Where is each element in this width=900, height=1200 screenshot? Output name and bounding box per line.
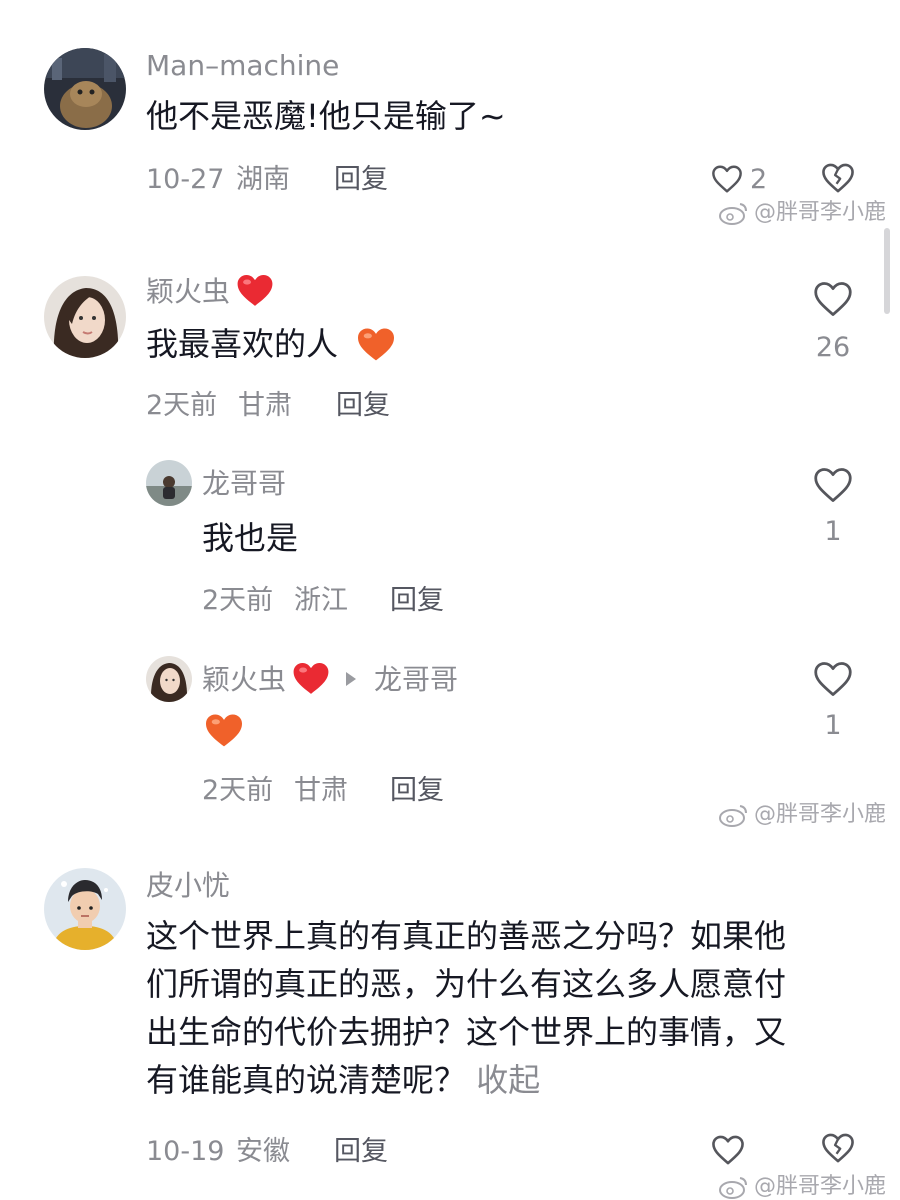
avatar[interactable] (146, 656, 192, 702)
broken-heart-icon[interactable] (820, 162, 856, 194)
username[interactable]: Man–machine (146, 52, 339, 80)
like-count: 1 (824, 516, 842, 547)
triangle-right-icon (346, 672, 356, 686)
reply-button[interactable]: 回复 (390, 587, 444, 614)
avatar[interactable] (146, 460, 192, 506)
avatar[interactable] (44, 48, 126, 130)
watermark-text: @胖哥李小鹿 (754, 200, 887, 225)
scrollbar[interactable] (884, 228, 890, 314)
watermark: @胖哥李小鹿 (718, 796, 886, 828)
comment-location: 甘肃 (294, 775, 348, 806)
heart-outline-icon[interactable] (710, 164, 744, 194)
comment-text: 我也是 (202, 519, 299, 557)
reply-button[interactable]: 回复 (390, 777, 444, 804)
weibo-icon (719, 203, 747, 225)
comment-text-line: 出生命的代价去拥护？这个世界上的事情，又 (146, 1013, 787, 1051)
comment-text: 我最喜欢的人 (146, 325, 339, 363)
comment-date: 2天前 (146, 390, 218, 421)
avatar[interactable] (44, 276, 126, 358)
heart-outline-icon[interactable] (812, 280, 854, 318)
watermark: @胖哥李小鹿 (718, 194, 886, 226)
comment-text-line: 这个世界上真的有真正的善恶之分吗？如果他 (146, 917, 787, 955)
watermark: @胖哥李小鹿 (718, 1168, 886, 1200)
reply-button[interactable]: 回复 (336, 392, 390, 419)
red-heart-emoji-icon (237, 274, 273, 306)
like-count: 26 (815, 332, 851, 363)
reply-button[interactable]: 回复 (334, 1138, 388, 1165)
username[interactable]: 皮小忧 (146, 872, 230, 900)
like-count: 2 (750, 164, 768, 195)
heart-outline-icon[interactable] (812, 466, 854, 504)
comment-date: 10-19 (146, 1136, 225, 1167)
comment-text: 他不是恶魔!他只是输了~ (146, 97, 506, 135)
reply-to-username[interactable]: 龙哥哥 (374, 666, 458, 694)
weibo-icon (719, 1177, 747, 1199)
like-count: 1 (824, 710, 842, 741)
watermark-text: @胖哥李小鹿 (754, 1174, 887, 1199)
comment-location: 安徽 (236, 1136, 290, 1167)
weibo-icon (719, 805, 747, 827)
watermark-text: @胖哥李小鹿 (754, 802, 887, 827)
username[interactable]: 龙哥哥 (202, 470, 286, 498)
comment-date: 10-27 (146, 164, 225, 195)
avatar[interactable] (44, 868, 126, 950)
comment-text: 这个世界上真的有真正的善恶之分吗？如果他 们所谓的真正的恶，为什么有这么多人愿意… (146, 912, 846, 1104)
comment-date: 2天前 (202, 585, 274, 616)
reply-button[interactable]: 回复 (334, 166, 388, 193)
comment-location: 湖南 (236, 164, 290, 195)
comment-location: 浙江 (294, 585, 348, 616)
comment-date: 2天前 (202, 775, 274, 806)
comment-location: 甘肃 (238, 390, 292, 421)
heart-outline-icon[interactable] (710, 1134, 746, 1166)
red-heart-emoji-icon (293, 662, 329, 694)
username[interactable]: 颖火虫 (146, 278, 230, 306)
orange-heart-emoji-icon (206, 714, 242, 747)
comment-text-line: 们所谓的真正的恶，为什么有这么多人愿意付 (146, 965, 787, 1003)
broken-heart-icon[interactable] (820, 1132, 856, 1164)
collapse-button[interactable]: 收起 (476, 1061, 540, 1099)
comment-text-line: 有谁能真的说清楚呢？ (146, 1061, 467, 1099)
orange-heart-emoji-icon (358, 328, 394, 361)
username[interactable]: 颖火虫 (202, 666, 286, 694)
heart-outline-icon[interactable] (812, 660, 854, 698)
